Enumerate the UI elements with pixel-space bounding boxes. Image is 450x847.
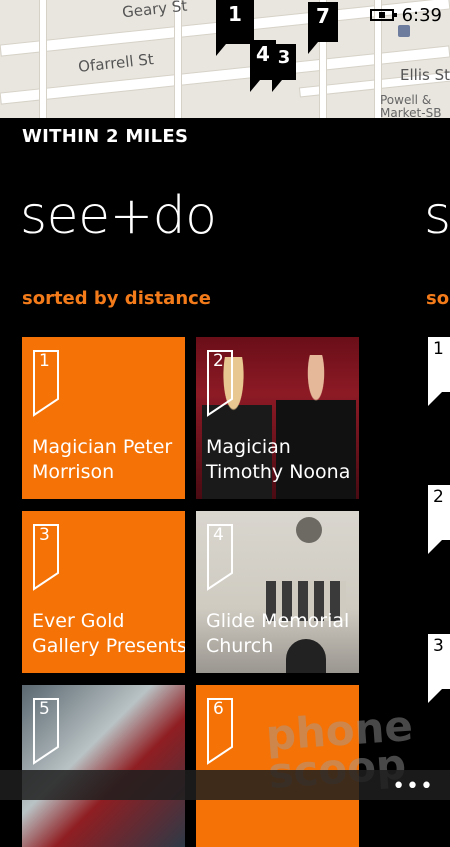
next-column-tile[interactable]: 3 bbox=[428, 634, 450, 703]
tile-number: 5 bbox=[39, 699, 50, 719]
section-title: see+do bbox=[20, 186, 217, 246]
tile-number: 6 bbox=[213, 699, 224, 719]
more-options-button[interactable]: ••• bbox=[392, 776, 434, 798]
sort-label: sorted by distance bbox=[22, 288, 212, 309]
map-pin-label: 7 bbox=[316, 4, 330, 28]
tile-number: 1 bbox=[433, 339, 444, 359]
status-bar: 6:39 bbox=[369, 4, 442, 26]
tile-number: 1 bbox=[39, 351, 50, 371]
tile-label-line: Gallery Presents bbox=[32, 635, 185, 657]
photo-window bbox=[296, 517, 322, 543]
tile-label: Ever Gold Gallery Presents bbox=[32, 609, 185, 659]
map-road bbox=[40, 0, 46, 118]
map-pin[interactable]: 7 bbox=[308, 2, 338, 54]
within-distance-header: WITHIN 2 MILES bbox=[22, 126, 189, 147]
app-bar: ••• bbox=[0, 770, 450, 800]
map-pin-label: 1 bbox=[228, 2, 242, 26]
map-road bbox=[175, 0, 181, 118]
station-label: Powell & Market-SB bbox=[380, 93, 442, 119]
map-pin-label: 4 bbox=[256, 42, 270, 66]
tile-label: Magician Timothy Noona bbox=[206, 435, 350, 485]
status-time: 6:39 bbox=[401, 4, 442, 26]
next-column-tile[interactable]: 1 bbox=[428, 337, 450, 406]
tile-number: 4 bbox=[213, 525, 224, 545]
tile-label-line: Magician Peter bbox=[32, 436, 173, 458]
tile-number: 3 bbox=[433, 636, 444, 656]
place-tile[interactable]: 4 Glide Memorial Church bbox=[196, 511, 359, 673]
tile-label-line: Church bbox=[206, 635, 274, 657]
tile-label: Glide Memorial Church bbox=[206, 609, 349, 659]
street-label: Ofarrell St bbox=[77, 50, 155, 76]
map-pin[interactable]: 1 bbox=[216, 0, 254, 56]
place-tile[interactable]: 5 bbox=[22, 685, 185, 847]
next-column-tile[interactable]: 2 bbox=[428, 485, 450, 554]
tile-label-line: Timothy Noona bbox=[206, 461, 351, 483]
place-tile[interactable]: 1 Magician Peter Morrison bbox=[22, 337, 185, 499]
tile-number: 2 bbox=[433, 487, 444, 507]
tile-label-line: Glide Memorial bbox=[206, 610, 350, 632]
place-tile[interactable]: 2 Magician Timothy Noona bbox=[196, 337, 359, 499]
next-sort-label-peek: so bbox=[426, 288, 450, 309]
tile-label-line: Morrison bbox=[32, 461, 115, 483]
transit-icon bbox=[398, 25, 410, 37]
place-tile[interactable]: 3 Ever Gold Gallery Presents bbox=[22, 511, 185, 673]
map-pin[interactable]: 3 bbox=[272, 44, 296, 92]
tile-number: 2 bbox=[213, 351, 224, 371]
street-label: Ellis St bbox=[400, 66, 450, 84]
tile-label-line: Ever Gold bbox=[32, 610, 125, 632]
map-pin-label: 3 bbox=[277, 47, 291, 68]
battery-charging-icon bbox=[369, 9, 397, 21]
next-section-title-peek[interactable]: s bbox=[424, 186, 450, 246]
tile-label-line: Magician bbox=[206, 436, 291, 458]
tile-number: 3 bbox=[39, 525, 50, 545]
tile-label: Magician Peter Morrison bbox=[32, 435, 172, 485]
